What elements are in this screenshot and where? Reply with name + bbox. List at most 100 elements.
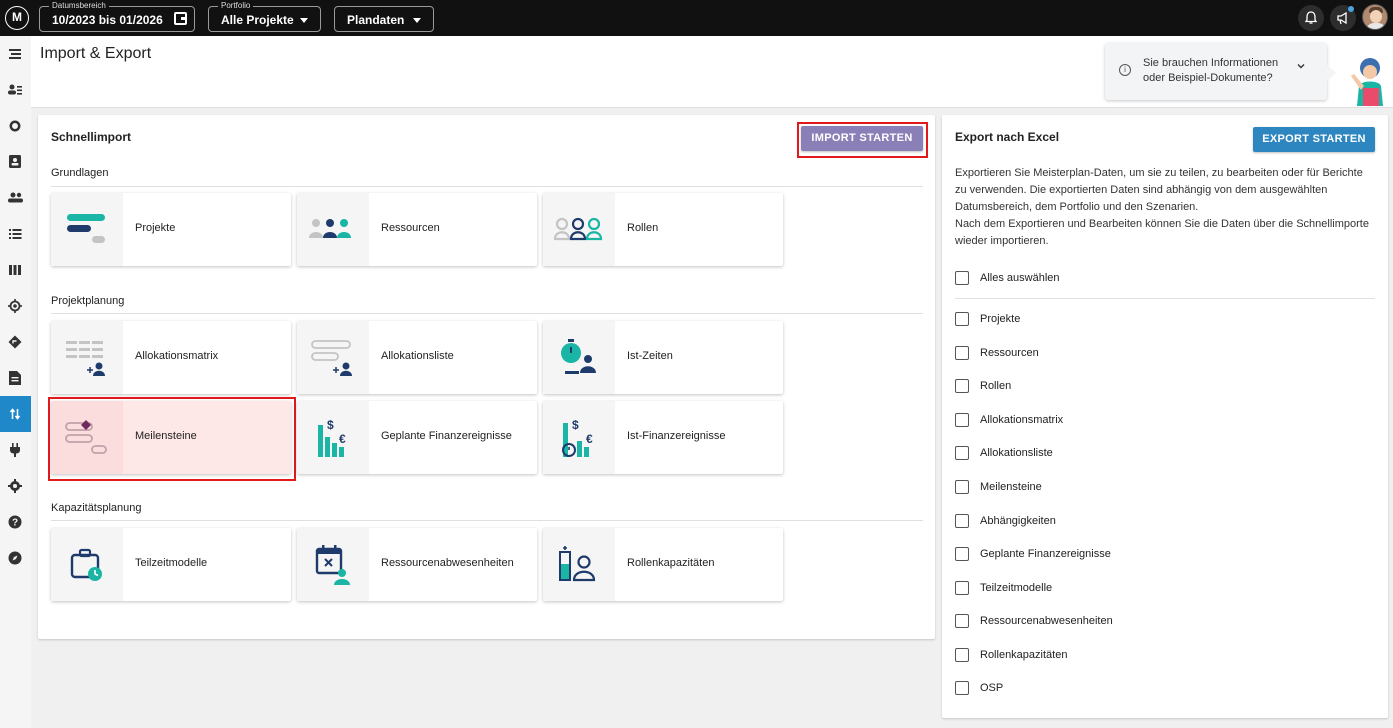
checkbox-label: OSP [980,682,1004,694]
nav-diamond-icon[interactable] [0,324,31,360]
chevron-down-icon [300,18,308,23]
nav-group-icon[interactable] [0,180,31,216]
scenario-select[interactable]: Plandaten [334,6,434,32]
nav-person-card-icon[interactable] [0,144,31,180]
divider [51,520,923,521]
checkbox[interactable] [955,547,969,561]
checkbox-label: Allokationsliste [980,447,1053,459]
helper-illustration [1351,58,1383,106]
portfolio-select[interactable]: Portfolio Alle Projekte [208,1,321,32]
briefcase-clock-icon [70,548,102,581]
svg-text:$: $ [327,418,334,432]
tile-ressourcen[interactable]: Ressourcen [297,193,537,266]
notifications-button[interactable] [1298,5,1324,31]
tile-label: Teilzeitmodelle [135,557,208,569]
tile-highlight [48,397,296,481]
top-bar: M Datumsbereich 10/2023 bis 01/2026 Port… [0,0,1393,36]
avatar[interactable] [1362,4,1388,30]
export-start-button[interactable]: EXPORT STARTEN [1253,127,1375,152]
announcements-button[interactable] [1330,5,1356,31]
tile-allokationsmatrix[interactable]: Allokationsmatrix [51,321,291,394]
info-icon: i [1119,64,1131,76]
page-title: Import & Export [40,45,152,62]
tile-label: Ist-Finanzereignisse [627,430,726,442]
tile-label: Geplante Finanzereignisse [381,430,512,442]
select-all-checkbox[interactable] [955,271,969,285]
stopwatch-person-icon [561,339,596,374]
nav-list-icon[interactable] [0,216,31,252]
checkbox[interactable] [955,480,969,494]
checkbox-label: Rollen [980,380,1012,392]
planned-finance-icon: $ € [318,418,346,457]
info-pointer [1327,65,1336,81]
tile-allokationsliste[interactable]: Allokationsliste [297,321,537,394]
tile-rollenkapazitaeten[interactable]: Rollenkapazitäten [543,528,783,601]
calendar-icon[interactable] [174,12,187,25]
checkbox[interactable] [955,446,969,460]
nav-chart-icon[interactable] [0,108,31,144]
divider [51,186,923,187]
info-dropdown[interactable]: i Sie brauchen Informationen oder Beispi… [1105,43,1327,100]
nav-import-export-icon[interactable] [0,396,31,432]
app-logo[interactable]: M [5,6,29,30]
allocation-list-icon [311,340,352,376]
svg-text:€: € [339,432,346,446]
date-range-label: Datumsbereich [49,1,109,11]
tile-label: Rollenkapazitäten [627,557,715,569]
checkbox[interactable] [955,379,969,393]
nav-target-icon[interactable] [0,288,31,324]
checkbox[interactable] [955,681,969,695]
nav-document-icon[interactable] [0,360,31,396]
tile-ist-finanzereignisse[interactable]: $ € Ist-Finanzereignisse [543,401,783,474]
section-kapazitaetsplanung: Kapazitätsplanung [51,502,142,514]
checkbox-label: Geplante Finanzereignisse [980,548,1111,560]
nav-help-icon[interactable]: ? [0,504,31,540]
nav-compass-icon[interactable] [0,540,31,576]
export-description: Exportieren Sie Meisterplan-Daten, um si… [955,165,1375,250]
section-projektplanung: Projektplanung [51,295,125,307]
resources-icon [309,219,351,238]
checkbox-label: Rollenkapazitäten [980,649,1068,661]
tile-label: Ressourcenabwesenheiten [381,557,514,569]
tile-label: Projekte [135,222,176,234]
checkbox-label: Ressourcen [980,347,1039,359]
calendar-absence-icon [315,545,350,585]
page-header: Import & Export i Sie brauchen Informati… [31,36,1393,108]
bell-icon [1304,11,1318,24]
divider [51,313,923,314]
checkbox[interactable] [955,312,969,326]
role-capacity-icon [559,546,596,582]
checkbox-label: Projekte [980,313,1021,325]
tile-ressourcenabwesenheiten[interactable]: Ressourcenabwesenheiten [297,528,537,601]
checkbox[interactable] [955,614,969,628]
export-title: Export nach Excel [955,130,1060,144]
scenario-value: Plandaten [347,13,405,27]
svg-text:?: ? [12,518,18,529]
checkbox-label: Abhängigkeiten [980,515,1056,527]
checkbox[interactable] [955,346,969,360]
actual-finance-icon: $ € [562,418,593,457]
checkbox[interactable] [955,413,969,427]
tile-label: Ist-Zeiten [627,350,673,362]
tile-label: Ressourcen [381,222,440,234]
checkbox[interactable] [955,514,969,528]
tile-ist-zeiten[interactable]: Ist-Zeiten [543,321,783,394]
checkbox[interactable] [955,581,969,595]
checkbox[interactable] [955,648,969,662]
divider [955,298,1375,299]
nav-menu-icon[interactable] [0,36,31,72]
nav-plug-icon[interactable] [0,432,31,468]
nav-settings-icon[interactable] [0,468,31,504]
tile-label: Allokationsmatrix [135,350,219,362]
tile-geplante-finanzereignisse[interactable]: $ € Geplante Finanzereignisse [297,401,537,474]
nav-people-list-icon[interactable] [0,72,31,108]
chevron-down-icon [413,18,421,23]
projects-icon [67,214,105,243]
checkbox-label: Ressourcenabwesenheiten [980,615,1113,627]
tile-rollen[interactable]: Rollen [543,193,783,266]
tile-teilzeitmodelle[interactable]: Teilzeitmodelle [51,528,291,601]
tile-projekte[interactable]: Projekte [51,193,291,266]
date-range-picker[interactable]: Datumsbereich 10/2023 bis 01/2026 [39,1,195,32]
checkbox-label: Teilzeitmodelle [980,582,1053,594]
nav-columns-icon[interactable] [0,252,31,288]
